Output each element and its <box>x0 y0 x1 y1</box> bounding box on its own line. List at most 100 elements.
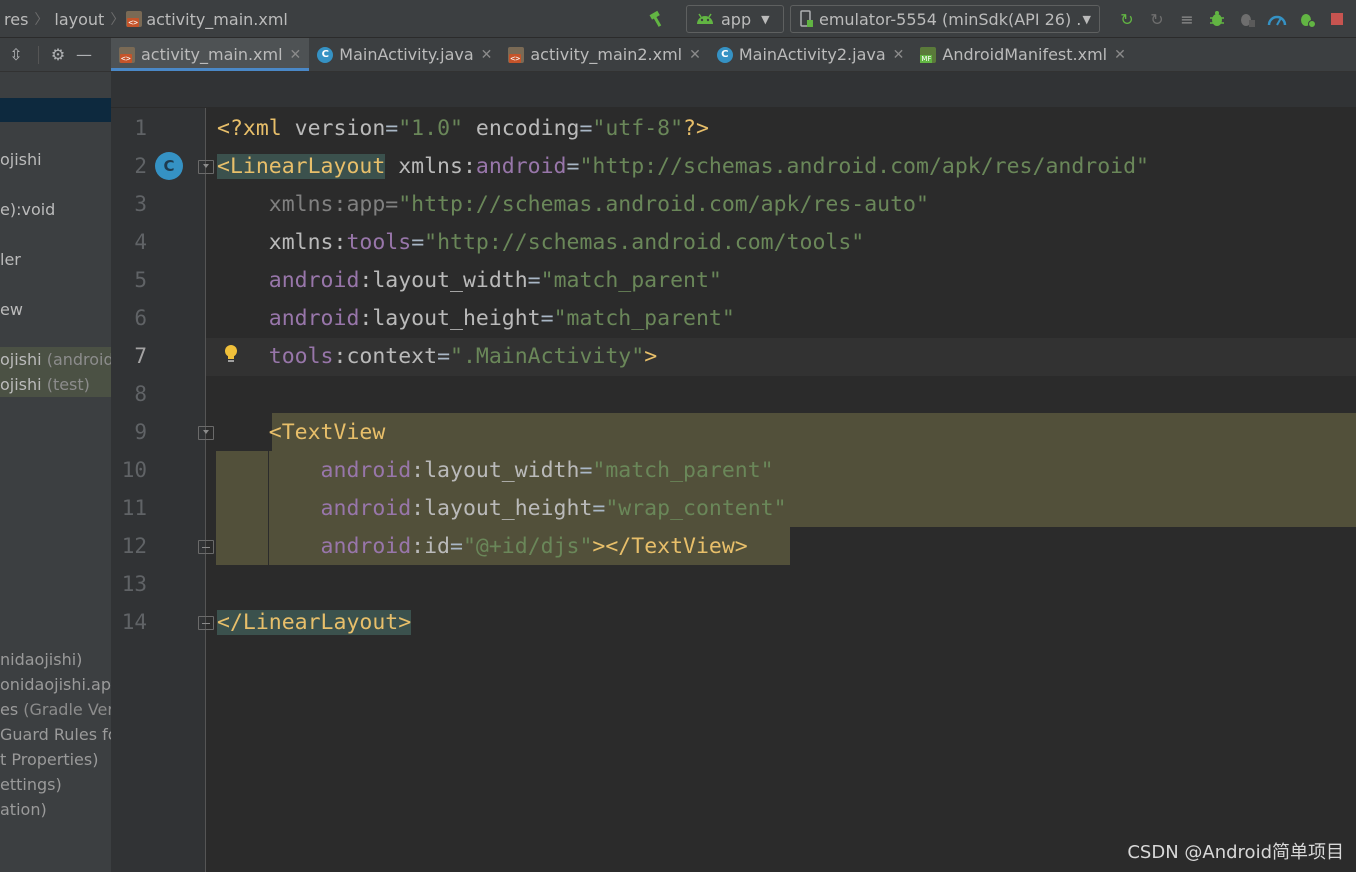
tree-item[interactable]: onidaojishi.app <box>0 672 111 697</box>
device-label: emulator-5554 (minSdk(API 26) ... <box>818 9 1081 29</box>
code-line-3: xmlns:app="http://schemas.android.com/ap… <box>217 192 929 217</box>
editor-tabs: activity_main.xml ✕ C MainActivity.java … <box>111 38 1356 72</box>
tab-label: MainActivity.java <box>339 45 474 64</box>
chevron-down-icon: ▼ <box>1082 12 1091 26</box>
close-icon[interactable]: ✕ <box>1114 47 1126 63</box>
line-number-current: 7 <box>134 344 147 368</box>
code-line-7: tools:context=".MainActivity"> <box>217 344 658 369</box>
line-number: 12 <box>121 534 147 558</box>
project-panel-toolbar: ⇳ ⚙ — <box>0 38 111 72</box>
breadcrumb-separator: 〉 <box>34 12 49 28</box>
run-toolbar: app ▼ emulator-5554 (minSdk(API 26) ... … <box>642 0 1356 38</box>
code-line-12: android:id="@+id/djs"></TextView> <box>217 534 748 559</box>
tab-mainactivity-java[interactable]: C MainActivity.java ✕ <box>309 38 500 71</box>
tree-item[interactable]: ojishi (androidT <box>0 347 111 372</box>
line-number: 1 <box>134 116 147 140</box>
line-number: 14 <box>121 610 147 634</box>
breadcrumb-file[interactable]: activity_main.xml <box>146 10 292 29</box>
breadcrumb: res 〉 layout 〉 activity_main.xml <box>0 0 292 38</box>
line-number: 3 <box>134 192 147 216</box>
collapse-all-icon[interactable]: ⇳ <box>0 45 32 64</box>
hide-icon[interactable]: — <box>71 45 97 64</box>
run-config-label: app <box>721 9 752 29</box>
tab-androidmanifest-xml[interactable]: AndroidManifest.xml ✕ <box>912 38 1133 71</box>
code-line-2: <LinearLayout xmlns:android="http://sche… <box>217 154 1149 179</box>
stop-icon[interactable] <box>1326 8 1348 30</box>
tree-item[interactable]: e):void <box>0 197 55 222</box>
close-icon[interactable]: ✕ <box>290 47 302 63</box>
tree-item[interactable]: ojishi <box>0 147 42 172</box>
tree-item[interactable]: es (Gradle Versi <box>0 697 111 722</box>
code-line-6: android:layout_height="match_parent" <box>217 306 735 331</box>
tab-label: activity_main.xml <box>141 45 283 64</box>
logcat-icon[interactable]: ≡ <box>1176 8 1198 30</box>
code-line-4: xmlns:tools="http://schemas.android.com/… <box>217 230 865 255</box>
fold-icon[interactable] <box>198 160 214 174</box>
xml-file-icon <box>126 11 143 27</box>
code-line-5: android:layout_width="match_parent" <box>217 268 722 293</box>
chevron-down-icon: ▼ <box>761 12 770 26</box>
tree-item[interactable]: Guard Rules for <box>0 722 111 747</box>
debug-app-icon[interactable] <box>1296 8 1318 30</box>
tree-item[interactable]: ation) <box>0 797 47 822</box>
close-icon[interactable]: ✕ <box>481 47 493 63</box>
line-number: 4 <box>134 230 147 254</box>
tree-item[interactable]: nidaojishi) <box>0 647 82 672</box>
tab-activity-main2-xml[interactable]: activity_main2.xml ✕ <box>500 38 708 71</box>
tab-label: MainActivity2.java <box>738 45 886 64</box>
tab-mainactivity2-java[interactable]: C MainActivity2.java ✕ <box>709 38 913 71</box>
xml-file-icon <box>119 46 135 63</box>
tab-activity-main-xml[interactable]: activity_main.xml ✕ <box>111 38 310 71</box>
attach-debugger-icon[interactable] <box>1236 8 1258 30</box>
line-number: 10 <box>121 458 147 482</box>
project-tree: ojishi e):void ler ew ojishi (androidT o… <box>0 72 111 872</box>
breadcrumb-separator: 〉 <box>110 12 125 28</box>
apply-code-changes-icon[interactable]: ↻ <box>1146 8 1168 30</box>
fold-end-icon[interactable] <box>198 540 214 554</box>
breadcrumb-layout[interactable]: layout <box>50 10 108 29</box>
android-icon <box>697 13 713 24</box>
tree-item[interactable]: ew <box>0 297 23 322</box>
gear-icon[interactable]: ⚙ <box>45 45 71 64</box>
tree-selected-row[interactable] <box>0 98 111 122</box>
tab-label: activity_main2.xml <box>530 45 683 64</box>
tree-item[interactable]: ettings) <box>0 772 62 797</box>
class-icon: C <box>317 46 334 63</box>
tree-item[interactable]: t Properties) <box>0 747 98 772</box>
tree-item[interactable]: ojishi (test) <box>0 372 111 397</box>
code-line-11: android:layout_height="wrap_content" <box>217 496 787 521</box>
device-select[interactable]: emulator-5554 (minSdk(API 26) ... ▼ <box>790 5 1100 33</box>
line-number: 5 <box>134 268 147 292</box>
tab-label: AndroidManifest.xml <box>942 45 1108 64</box>
apply-changes-icon[interactable]: ↻ <box>1116 8 1138 30</box>
code-line-1: <?xml version="1.0" encoding="utf-8"?> <box>217 116 709 141</box>
run-config-select[interactable]: app ▼ <box>686 5 784 33</box>
line-number: 9 <box>134 420 147 444</box>
device-icon <box>800 10 813 27</box>
code-line-10: android:layout_width="match_parent" <box>217 458 774 483</box>
line-number: 13 <box>121 572 147 596</box>
navigation-bar: res 〉 layout 〉 activity_main.xml app ▼ e… <box>0 0 1356 38</box>
line-number: 8 <box>134 382 147 406</box>
code-line-9: <TextView <box>268 420 386 445</box>
class-icon: C <box>716 46 733 63</box>
line-number: 2 <box>134 154 147 178</box>
tree-item[interactable]: ler <box>0 247 21 272</box>
profiler-icon[interactable] <box>1266 8 1288 30</box>
editor-breadcrumb-strip <box>111 72 1356 108</box>
line-number: 11 <box>121 496 147 520</box>
divider <box>38 45 39 64</box>
close-icon[interactable]: ✕ <box>689 47 701 63</box>
debug-icon[interactable] <box>1206 8 1228 30</box>
line-number: 6 <box>134 306 147 330</box>
xml-file-icon <box>508 46 525 63</box>
fold-end-icon[interactable] <box>198 616 214 630</box>
close-icon[interactable]: ✕ <box>893 47 905 63</box>
watermark: CSDN @Android简单项目 <box>1127 842 1344 863</box>
hammer-icon[interactable] <box>646 8 668 30</box>
fold-icon[interactable] <box>198 426 214 440</box>
class-marker-icon[interactable]: C <box>155 152 183 180</box>
selection-highlight <box>272 413 1356 451</box>
breadcrumb-res[interactable]: res <box>0 10 32 29</box>
code-line-14: </LinearLayout> <box>217 610 412 635</box>
